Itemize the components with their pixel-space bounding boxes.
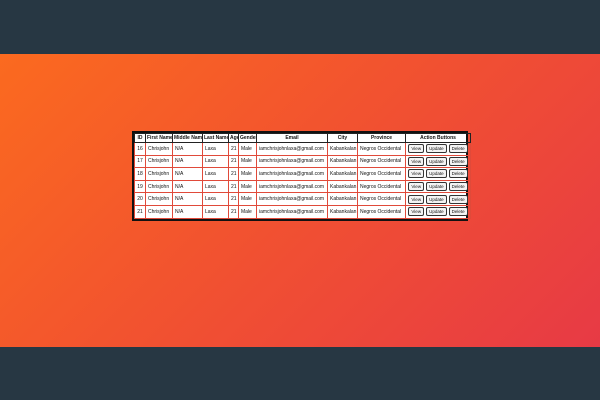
cell-email: iamchrisjohnlaxa@gmail.com bbox=[256, 204, 328, 219]
cell-city: Kabankalan bbox=[327, 204, 358, 219]
delete-button[interactable]: Delete bbox=[448, 194, 468, 204]
cell-first-name: Chrisjohn bbox=[145, 179, 173, 194]
header-first-name: First Name bbox=[145, 133, 173, 143]
cell-email: iamchrisjohnlaxa@gmail.com bbox=[256, 154, 328, 169]
cell-city: Kabankalan bbox=[327, 154, 358, 169]
cell-last-name: Laxa bbox=[202, 204, 229, 219]
delete-button[interactable]: Delete bbox=[448, 169, 468, 179]
cell-actions: View Update Delete bbox=[405, 179, 471, 194]
cell-actions: View Update Delete bbox=[405, 167, 471, 181]
cell-last-name: Laxa bbox=[202, 167, 229, 181]
cell-id: 18 bbox=[134, 167, 146, 181]
update-button[interactable]: Update bbox=[426, 207, 447, 217]
header-middle-name: Middle Name bbox=[172, 133, 203, 143]
cell-id: 20 bbox=[134, 192, 146, 206]
users-table: ID First Name Middle Name Last Name Age … bbox=[134, 133, 471, 219]
header-id: ID bbox=[134, 133, 146, 143]
view-button[interactable]: View bbox=[408, 194, 425, 204]
update-button[interactable]: Update bbox=[426, 169, 447, 179]
cell-middle-name: N/A bbox=[172, 192, 203, 206]
cell-gender: Male bbox=[238, 167, 257, 181]
cell-actions: View Update Delete bbox=[405, 204, 471, 219]
update-button[interactable]: Update bbox=[426, 194, 447, 204]
cell-age: 21 bbox=[228, 154, 239, 169]
header-last-name: Last Name bbox=[202, 133, 229, 143]
cell-first-name: Chrisjohn bbox=[145, 154, 173, 169]
cell-city: Kabankalan bbox=[327, 192, 358, 206]
cell-city: Kabankalan bbox=[327, 167, 358, 181]
view-button[interactable]: View bbox=[408, 207, 425, 217]
cell-age: 21 bbox=[228, 142, 239, 156]
cell-city: Kabankalan bbox=[327, 179, 358, 194]
cell-last-name: Laxa bbox=[202, 142, 229, 156]
cell-id: 21 bbox=[134, 204, 146, 219]
cell-email: iamchrisjohnlaxa@gmail.com bbox=[256, 192, 328, 206]
cell-email: iamchrisjohnlaxa@gmail.com bbox=[256, 167, 328, 181]
table-row: 21 Chrisjohn N/A Laxa 21 Male iamchrisjo… bbox=[134, 204, 471, 219]
cell-province: Negros Occidental bbox=[357, 142, 406, 156]
cell-id: 17 bbox=[134, 154, 146, 169]
cell-middle-name: N/A bbox=[172, 204, 203, 219]
header-province: Province bbox=[357, 133, 406, 143]
cell-first-name: Chrisjohn bbox=[145, 192, 173, 206]
cell-middle-name: N/A bbox=[172, 142, 203, 156]
table-header-row: ID First Name Middle Name Last Name Age … bbox=[134, 133, 471, 143]
top-bar bbox=[0, 0, 600, 54]
cell-age: 21 bbox=[228, 167, 239, 181]
cell-province: Negros Occidental bbox=[357, 167, 406, 181]
cell-gender: Male bbox=[238, 154, 257, 169]
update-button[interactable]: Update bbox=[426, 144, 447, 154]
table-row: 20 Chrisjohn N/A Laxa 21 Male iamchrisjo… bbox=[134, 192, 471, 206]
cell-id: 19 bbox=[134, 179, 146, 194]
cell-last-name: Laxa bbox=[202, 154, 229, 169]
cell-province: Negros Occidental bbox=[357, 192, 406, 206]
cell-middle-name: N/A bbox=[172, 179, 203, 194]
view-button[interactable]: View bbox=[408, 169, 425, 179]
table-row: 16 Chrisjohn N/A Laxa 21 Male iamchrisjo… bbox=[134, 142, 471, 156]
table-row: 18 Chrisjohn N/A Laxa 21 Male iamchrisjo… bbox=[134, 167, 471, 181]
cell-middle-name: N/A bbox=[172, 154, 203, 169]
cell-first-name: Chrisjohn bbox=[145, 204, 173, 219]
cell-id: 16 bbox=[134, 142, 146, 156]
cell-email: iamchrisjohnlaxa@gmail.com bbox=[256, 142, 328, 156]
bottom-bar bbox=[0, 347, 600, 400]
cell-age: 21 bbox=[228, 179, 239, 194]
cell-middle-name: N/A bbox=[172, 167, 203, 181]
cell-first-name: Chrisjohn bbox=[145, 167, 173, 181]
cell-email: iamchrisjohnlaxa@gmail.com bbox=[256, 179, 328, 194]
cell-last-name: Laxa bbox=[202, 192, 229, 206]
cell-gender: Male bbox=[238, 204, 257, 219]
header-age: Age bbox=[228, 133, 239, 143]
users-table-container: ID First Name Middle Name Last Name Age … bbox=[132, 131, 471, 221]
delete-button[interactable]: Delete bbox=[448, 144, 468, 154]
header-gender: Gender bbox=[238, 133, 257, 143]
view-button[interactable]: View bbox=[408, 156, 425, 166]
cell-age: 21 bbox=[228, 192, 239, 206]
delete-button[interactable]: Delete bbox=[448, 156, 468, 166]
cell-province: Negros Occidental bbox=[357, 179, 406, 194]
header-action-buttons: Action Buttons bbox=[405, 133, 471, 143]
update-button[interactable]: Update bbox=[426, 156, 447, 166]
cell-actions: View Update Delete bbox=[405, 192, 471, 206]
cell-actions: View Update Delete bbox=[405, 154, 471, 169]
update-button[interactable]: Update bbox=[426, 182, 447, 192]
cell-first-name: Chrisjohn bbox=[145, 142, 173, 156]
header-email: Email bbox=[256, 133, 328, 143]
cell-actions: View Update Delete bbox=[405, 142, 471, 156]
delete-button[interactable]: Delete bbox=[448, 207, 468, 217]
view-button[interactable]: View bbox=[408, 182, 425, 192]
cell-gender: Male bbox=[238, 192, 257, 206]
cell-last-name: Laxa bbox=[202, 179, 229, 194]
delete-button[interactable]: Delete bbox=[448, 182, 468, 192]
view-button[interactable]: View bbox=[408, 144, 425, 154]
cell-gender: Male bbox=[238, 142, 257, 156]
table-row: 19 Chrisjohn N/A Laxa 21 Male iamchrisjo… bbox=[134, 179, 471, 194]
cell-province: Negros Occidental bbox=[357, 204, 406, 219]
cell-province: Negros Occidental bbox=[357, 154, 406, 169]
table-row: 17 Chrisjohn N/A Laxa 21 Male iamchrisjo… bbox=[134, 154, 471, 169]
cell-gender: Male bbox=[238, 179, 257, 194]
header-city: City bbox=[327, 133, 358, 143]
cell-city: Kabankalan bbox=[327, 142, 358, 156]
cell-age: 21 bbox=[228, 204, 239, 219]
